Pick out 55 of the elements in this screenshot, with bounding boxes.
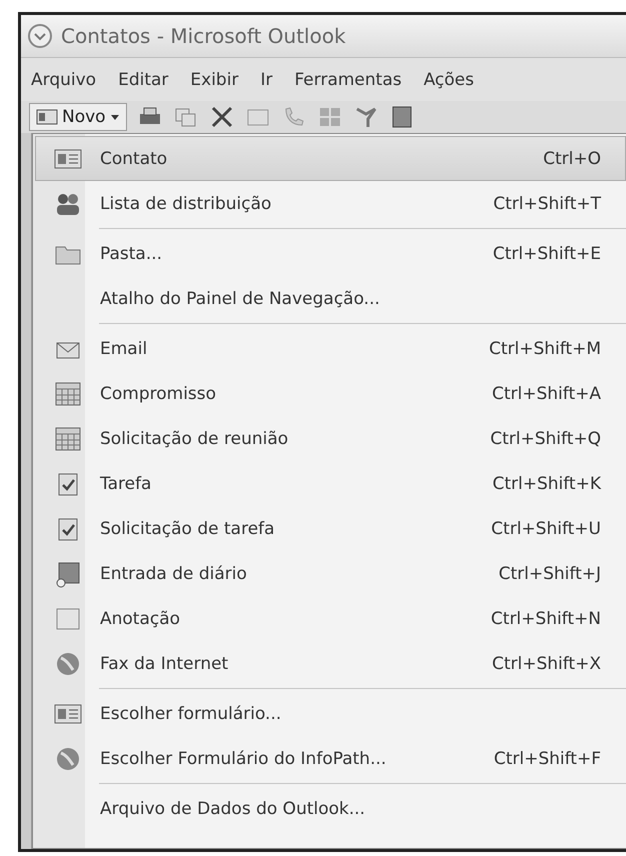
menu-option[interactable]: Contato Ctrl+O (35, 136, 626, 181)
shortcut-text: Ctrl+Shift+F (494, 748, 601, 768)
option-label: Fax da Internet (100, 654, 230, 674)
menu-item[interactable]: Editar (118, 70, 168, 90)
option-label: Anotação (100, 608, 182, 628)
shortcut-text: Ctrl+Shift+E (492, 244, 601, 264)
option-label: Escolher formulário... (100, 704, 282, 724)
app-icon[interactable] (27, 23, 53, 49)
shortcut-text: Ctrl+Shift+J (498, 564, 601, 584)
option-label: Email (100, 338, 148, 358)
option-label: Contato (100, 148, 168, 168)
shortcut-text: Ctrl+Shift+M (488, 338, 601, 358)
shortcut-text: Ctrl+Shift+N (490, 608, 601, 628)
menu-item[interactable]: Ferramentas (294, 70, 402, 90)
calendar-icon (53, 380, 83, 408)
shortcut-text: Ctrl+Shift+Q (490, 428, 601, 448)
menu-option[interactable]: Escolher Formulário do InfoPath... Ctrl+Shift+F (35, 736, 626, 781)
option-label: Entrada de diário (100, 564, 248, 584)
menu-option[interactable]: Lista de distribuição Ctrl+Shift+T (35, 181, 626, 226)
option-label: Atalho do Painel de Navegação... (100, 288, 381, 308)
shortcut-text: Ctrl+Shift+A (492, 384, 601, 404)
caret-icon (110, 113, 120, 121)
menu-item[interactable]: Exibir (190, 70, 238, 90)
menu-option[interactable]: Arquivo de Dados do Outlook... (35, 786, 626, 831)
menu-option[interactable]: Escolher formulário... (35, 691, 626, 736)
option-label: Pasta... (100, 244, 164, 264)
option-label: Arquivo de Dados do Outlook... (100, 798, 366, 818)
shortcut-text: Ctrl+Shift+K (492, 474, 601, 494)
shortcut-text: Ctrl+Shift+X (492, 654, 601, 674)
option-label: Escolher Formulário do InfoPath... (100, 748, 388, 768)
menu-option[interactable]: Solicitação de reunião Ctrl+Shift+Q (35, 416, 626, 461)
menu-item[interactable]: Ir (260, 70, 272, 90)
menu-option[interactable]: Compromisso Ctrl+Shift+A (35, 371, 626, 416)
shortcut-text: Ctrl+Shift+U (491, 518, 601, 538)
menu-item[interactable]: Ações (424, 70, 474, 90)
shortcut-text: Ctrl+Shift+T (493, 194, 601, 214)
menu-option[interactable]: Entrada de diário Ctrl+Shift+J (35, 551, 626, 596)
option-label: Solicitação de tarefa (100, 518, 276, 538)
menu-option[interactable]: Email Ctrl+Shift+M (35, 326, 626, 371)
new-button[interactable]: Novo (29, 103, 127, 131)
menu-option[interactable]: Solicitação de tarefa Ctrl+Shift+U (35, 506, 626, 551)
menu-option[interactable]: Atalho do Painel de Navegação... (35, 276, 626, 321)
option-label: Compromisso (100, 384, 218, 404)
option-label: Lista de distribuição (100, 194, 272, 214)
window-title: Contatos - Microsoft Outlook (61, 24, 346, 48)
shortcut-text: Ctrl+O (543, 148, 601, 168)
menu-option[interactable]: Anotação Ctrl+Shift+N (35, 596, 626, 641)
card-icon (36, 109, 58, 125)
option-label: Tarefa (100, 474, 152, 494)
menu-item[interactable]: Arquivo (31, 70, 96, 90)
menu-option[interactable]: Tarefa Ctrl+Shift+K (35, 461, 626, 506)
menu-option[interactable]: Pasta... Ctrl+Shift+E (35, 231, 626, 276)
calendar-icon (53, 424, 83, 452)
option-label: Solicitação de reunião (100, 428, 290, 448)
menu-option[interactable]: Fax da Internet Ctrl+Shift+X (35, 641, 626, 686)
